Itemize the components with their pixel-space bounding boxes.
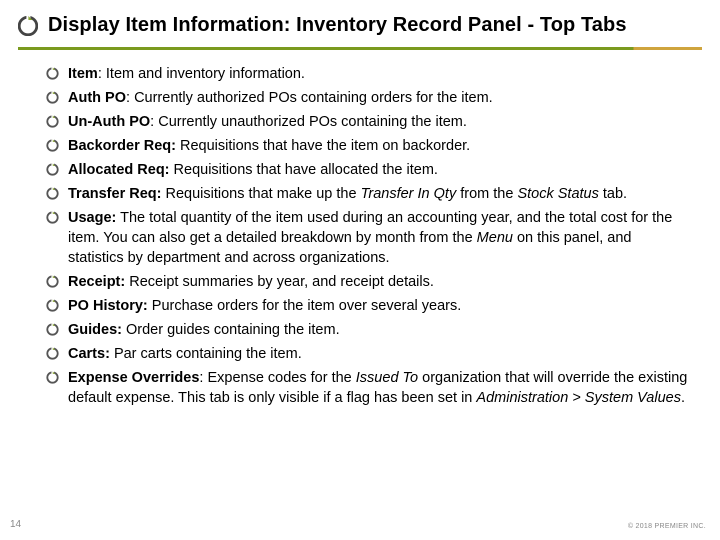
list-item: Backorder Req: Requisitions that have th…	[46, 136, 690, 156]
page-number: 14	[10, 519, 21, 530]
bullet-term: Receipt:	[68, 274, 125, 290]
bullet-term: Transfer Req:	[68, 186, 161, 202]
slide: Display Item Information: Inventory Reco…	[0, 0, 720, 540]
bullet-term: Un-Auth PO	[68, 114, 150, 130]
bullet-icon	[46, 115, 59, 128]
bullet-text: Currently unauthorized POs containing th…	[158, 114, 467, 130]
list-item: PO History: Purchase orders for the item…	[46, 296, 690, 316]
bullet-icon	[46, 139, 59, 152]
slide-title: Display Item Information: Inventory Reco…	[48, 14, 627, 37]
bullet-term: Item	[68, 66, 98, 82]
bullet-text: Receipt summaries by year, and receipt d…	[129, 274, 434, 290]
list-item: Auth PO: Currently authorized POs contai…	[46, 88, 690, 108]
bullet-text: Par carts containing the item.	[114, 346, 302, 362]
bullet-text: Item and inventory information.	[106, 66, 305, 82]
bullet-text: Expense codes for the	[207, 370, 355, 386]
bullet-text: from the	[456, 186, 517, 202]
bullet-text: Requisitions that have allocated the ite…	[174, 162, 438, 178]
list-item: Usage: The total quantity of the item us…	[46, 208, 690, 268]
bullet-text: Currently authorized POs containing orde…	[134, 90, 493, 106]
bullet-icon	[46, 347, 59, 360]
bullet-icon	[46, 275, 59, 288]
header: Display Item Information: Inventory Reco…	[0, 0, 720, 37]
italic-text: Menu	[477, 230, 513, 246]
bullet-list: Item: Item and inventory information. Aut…	[46, 64, 690, 408]
copyright: © 2018 PREMIER INC.	[628, 523, 706, 530]
bullet-term: Expense Overrides	[68, 370, 199, 386]
list-item: Un-Auth PO: Currently unauthorized POs c…	[46, 112, 690, 132]
bullet-text: .	[681, 390, 685, 406]
bullet-term: Guides:	[68, 322, 122, 338]
bullet-term: PO History:	[68, 298, 148, 314]
italic-text: Transfer In Qty	[361, 186, 457, 202]
list-item: Guides: Order guides containing the item…	[46, 320, 690, 340]
bullet-icon	[46, 299, 59, 312]
bullet-text: tab.	[599, 186, 627, 202]
bullet-term: Carts:	[68, 346, 110, 362]
italic-text: Stock Status	[517, 186, 598, 202]
bullet-term: Usage:	[68, 210, 116, 226]
italic-text: Issued To	[356, 370, 418, 386]
logo-icon	[18, 16, 38, 36]
bullet-term: Backorder Req:	[68, 138, 176, 154]
content-area: Item: Item and inventory information. Aut…	[0, 50, 720, 408]
bullet-icon	[46, 211, 59, 224]
list-item: Receipt: Receipt summaries by year, and …	[46, 272, 690, 292]
bullet-icon	[46, 187, 59, 200]
bullet-text: Requisitions that have the item on backo…	[180, 138, 470, 154]
bullet-icon	[46, 323, 59, 336]
bullet-text: Purchase orders for the item over severa…	[152, 298, 461, 314]
bullet-icon	[46, 371, 59, 384]
list-item: Item: Item and inventory information.	[46, 64, 690, 84]
bullet-icon	[46, 91, 59, 104]
bullet-term: Auth PO	[68, 90, 126, 106]
bullet-text: Order guides containing the item.	[126, 322, 340, 338]
italic-text: Administration > System Values	[476, 390, 681, 406]
bullet-text: Requisitions that make up the	[166, 186, 361, 202]
list-item: Carts: Par carts containing the item.	[46, 344, 690, 364]
bullet-icon	[46, 163, 59, 176]
bullet-term: Allocated Req:	[68, 162, 170, 178]
list-item: Transfer Req: Requisitions that make up …	[46, 184, 690, 204]
list-item: Expense Overrides: Expense codes for the…	[46, 368, 690, 408]
list-item: Allocated Req: Requisitions that have al…	[46, 160, 690, 180]
bullet-icon	[46, 67, 59, 80]
